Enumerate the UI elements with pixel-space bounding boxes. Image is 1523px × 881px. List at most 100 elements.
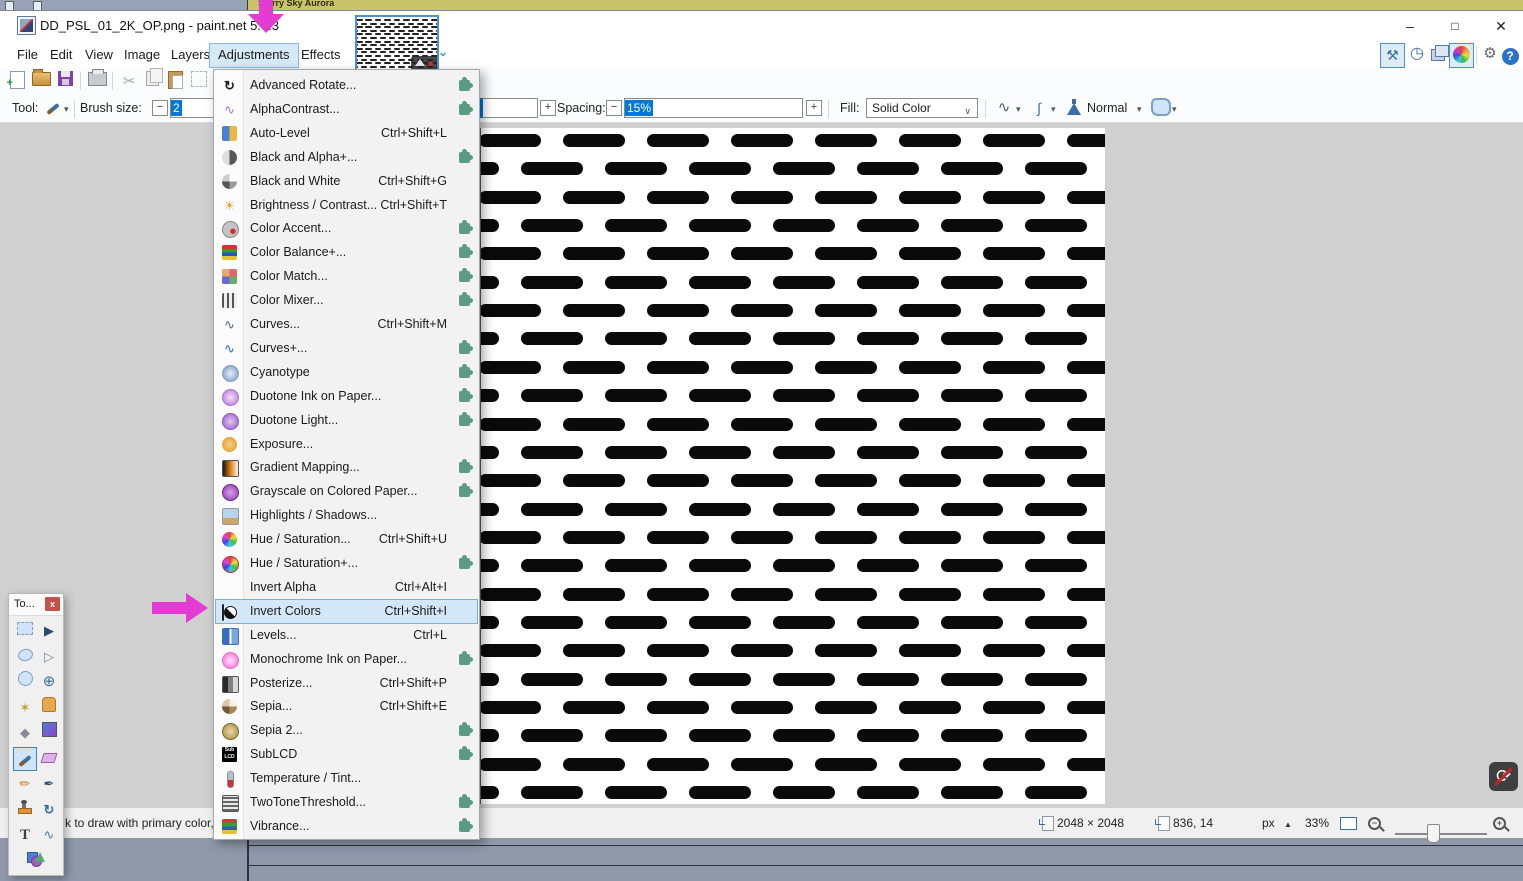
print-button[interactable]	[86, 69, 108, 93]
menu-item-color-balance[interactable]: Color Balance+...	[215, 240, 478, 265]
menu-item-gradient-mapping[interactable]: Gradient Mapping...	[215, 455, 478, 480]
menu-item-color-accent[interactable]: Color Accent...	[215, 216, 478, 241]
menu-item-brightness-contrast[interactable]: ☀ Brightness / Contrast... Ctrl+Shift+T	[215, 193, 478, 218]
tool-ellipse-select[interactable]	[13, 670, 37, 694]
menu-item-exposure[interactable]: Exposure...	[215, 432, 478, 457]
tool-move-selection[interactable]: ▷	[37, 645, 61, 669]
blend-mode-button[interactable]	[1063, 99, 1085, 122]
zoom-slider-track[interactable]	[1395, 833, 1487, 835]
stabilizer-caret-icon[interactable]: ▾	[1051, 104, 1056, 115]
menu-item-advanced-rotate[interactable]: ↻ Advanced Rotate...	[215, 73, 478, 98]
image-list-chevron-icon[interactable]: ⌄	[438, 45, 448, 59]
selection-caret-icon[interactable]: ▾	[1172, 104, 1177, 115]
menu-item-grayscale-on-colored-paper[interactable]: Grayscale on Colored Paper...	[215, 479, 478, 504]
crop-button[interactable]	[188, 71, 210, 93]
unit-caret-icon[interactable]: ▲	[1284, 820, 1292, 829]
image-canvas[interactable]	[480, 128, 1105, 804]
tool-pan[interactable]	[37, 696, 61, 720]
image-tab-thumbnail[interactable]	[355, 15, 439, 71]
menu-item-duotone-light[interactable]: Duotone Light...	[215, 408, 478, 433]
stabilizer-mode-button[interactable]: ∫	[1028, 97, 1050, 119]
tool-color-picker[interactable]: ✒	[37, 772, 61, 796]
menu-adjustments[interactable]: Adjustments	[209, 43, 299, 68]
help-button[interactable]: ?	[1499, 45, 1521, 67]
tool-text-tool[interactable]: T	[13, 823, 37, 847]
antialias-caret-icon[interactable]: ▾	[1016, 104, 1021, 115]
tool-zoom-tool[interactable]: ⊕	[37, 670, 61, 694]
menu-item-posterize[interactable]: Posterize... Ctrl+Shift+P	[215, 671, 478, 696]
zoom-to-window-button[interactable]	[1340, 817, 1357, 830]
open-button[interactable]	[30, 69, 52, 93]
menu-item-color-match[interactable]: Color Match...	[215, 264, 478, 289]
paste-button[interactable]	[164, 71, 186, 93]
tool-lasso-select[interactable]	[13, 645, 37, 669]
menu-item-temperature-tint[interactable]: Temperature / Tint...	[215, 766, 478, 791]
fill-style-select[interactable]: Solid Color ∨	[866, 98, 978, 118]
antialias-mode-button[interactable]: ∿	[993, 97, 1015, 119]
maximize-button[interactable]: □	[1440, 13, 1470, 39]
menu-effects[interactable]: Effects	[292, 43, 350, 66]
menu-item-hue-saturation[interactable]: Hue / Saturation... Ctrl+Shift+U	[215, 527, 478, 552]
current-tool-button[interactable]	[42, 96, 64, 118]
tool-move-pixels[interactable]: ▶	[37, 619, 61, 643]
menu-item-vibrance[interactable]: Vibrance...	[215, 814, 478, 839]
spacing-decrement-button[interactable]: −	[606, 100, 622, 116]
spacing-increment-button[interactable]: +	[806, 100, 822, 116]
tools-window-toggle-button[interactable]: ⚒	[1380, 43, 1405, 68]
minimize-button[interactable]: –	[1395, 13, 1425, 39]
new-button[interactable]	[6, 71, 28, 94]
menu-item-monochrome-ink-on-paper[interactable]: Monochrome Ink on Paper...	[215, 647, 478, 672]
close-button[interactable]: ✕	[1486, 13, 1516, 39]
brush-size-input[interactable]: 2	[170, 98, 214, 118]
tool-pencil[interactable]: ✏	[13, 772, 37, 796]
history-window-toggle-button[interactable]: ◷	[1406, 43, 1428, 65]
tool-eraser[interactable]	[37, 747, 61, 771]
tool-gradient[interactable]	[37, 721, 61, 745]
tool-clone-stamp[interactable]	[13, 798, 37, 822]
menu-item-sublcd[interactable]: Sub LCD SubLCD	[215, 742, 478, 767]
brush-size-increment-button[interactable]: +	[540, 100, 556, 116]
tool-recolor[interactable]: ↻	[37, 798, 61, 822]
menu-item-curves[interactable]: ∿ Curves... Ctrl+Shift+M	[215, 312, 478, 337]
brush-size-decrement-button[interactable]: −	[152, 100, 168, 116]
tools-palette-titlebar[interactable]: To... x	[9, 594, 63, 616]
blend-mode-caret-icon[interactable]: ▾	[1137, 104, 1142, 115]
zoom-slider-thumb[interactable]	[1427, 824, 1440, 843]
copy-button[interactable]	[141, 68, 163, 93]
brush-size-slider-field[interactable]	[480, 98, 538, 118]
menu-item-color-mixer[interactable]: Color Mixer...	[215, 288, 478, 313]
tool-dropdown-caret-icon[interactable]: ▾	[64, 104, 69, 115]
tool-paintbrush[interactable]	[13, 746, 37, 771]
save-button[interactable]	[54, 71, 76, 93]
zoom-in-button[interactable]: +	[1493, 817, 1506, 830]
menu-item-sepia-2[interactable]: Sepia 2...	[215, 718, 478, 743]
menu-item-invert-colors[interactable]: Invert Colors Ctrl+Shift+I	[215, 598, 478, 624]
tool-paint-bucket[interactable]: ◆	[13, 721, 37, 745]
menu-item-invert-alpha[interactable]: Invert Alpha Ctrl+Alt+I	[215, 575, 478, 600]
selection-mode-button[interactable]	[1150, 98, 1172, 120]
menu-item-twotonethreshold[interactable]: TwoToneThreshold...	[215, 790, 478, 815]
tool-shapes[interactable]	[23, 849, 47, 873]
layers-window-toggle-button[interactable]	[1427, 45, 1449, 68]
unit-select[interactable]: px	[1262, 816, 1275, 830]
menu-item-curves[interactable]: ∿ Curves+...	[215, 336, 478, 361]
tool-line-curve[interactable]: ∿	[37, 823, 61, 847]
tool-magic-wand[interactable]: ✶	[13, 696, 37, 720]
tools-palette-close-button[interactable]: x	[45, 597, 60, 611]
menu-item-cyanotype[interactable]: Cyanotype	[215, 360, 478, 385]
tool-rectangle-select[interactable]	[13, 619, 37, 643]
menu-item-black-and-white[interactable]: Black and White Ctrl+Shift+G	[215, 169, 478, 194]
menu-item-black-and-alpha[interactable]: Black and Alpha+...	[215, 145, 478, 170]
zoom-out-button[interactable]: −	[1368, 817, 1381, 830]
colors-window-toggle-button[interactable]	[1449, 43, 1474, 68]
menu-item-duotone-ink-on-paper[interactable]: Duotone Ink on Paper...	[215, 384, 478, 409]
menu-item-levels[interactable]: Levels... Ctrl+L	[215, 623, 478, 648]
menu-item-alphacontrast[interactable]: ∿ AlphaContrast...	[215, 97, 478, 122]
menu-item-highlights-shadows[interactable]: Highlights / Shadows...	[215, 503, 478, 528]
cut-button[interactable]: ✂	[118, 71, 140, 93]
spacing-input[interactable]: 15%	[624, 98, 803, 118]
settings-button[interactable]: ⚙	[1479, 43, 1501, 65]
menu-item-sepia[interactable]: Sepia... Ctrl+Shift+E	[215, 694, 478, 719]
blend-mode-value[interactable]: Normal	[1087, 101, 1127, 115]
menu-item-hue-saturation[interactable]: Hue / Saturation+...	[215, 551, 478, 576]
